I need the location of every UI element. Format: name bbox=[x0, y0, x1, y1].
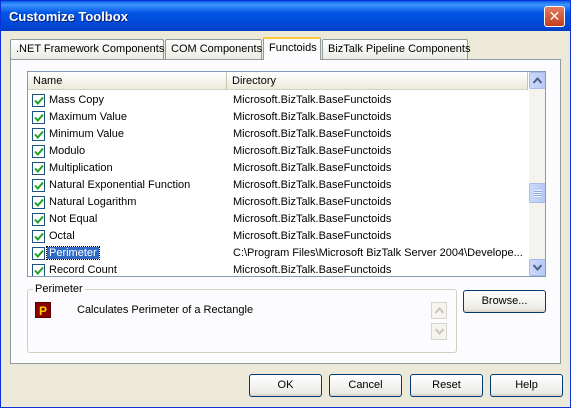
list-item[interactable]: Natural Logarithm Microsoft.BizTalk.BaseF… bbox=[28, 194, 528, 211]
ok-button[interactable]: OK bbox=[249, 374, 322, 397]
item-checkbox[interactable] bbox=[32, 264, 45, 276]
close-button[interactable]: ✕ bbox=[544, 6, 565, 27]
list-item[interactable]: Perimeter C:\Program Files\Microsoft BizT… bbox=[28, 245, 528, 262]
checkbox-checked-icon bbox=[34, 266, 44, 275]
item-directory: Microsoft.BizTalk.BaseFunctoids bbox=[233, 196, 392, 208]
tab-label: COM Components bbox=[171, 43, 263, 55]
item-directory: Microsoft.BizTalk.BaseFunctoids bbox=[233, 111, 392, 123]
item-checkbox[interactable] bbox=[32, 145, 45, 158]
tab-net-framework-components[interactable]: .NET Framework Components bbox=[10, 39, 164, 59]
item-directory: Microsoft.BizTalk.BaseFunctoids bbox=[233, 162, 392, 174]
title-bar[interactable]: Customize Toolbox ✕ bbox=[1, 1, 570, 31]
description-scroll-up-button[interactable] bbox=[431, 302, 447, 319]
reset-button-label: Reset bbox=[432, 379, 461, 391]
item-checkbox[interactable] bbox=[32, 111, 45, 124]
list-item[interactable]: Multiplication Microsoft.BizTalk.BaseFunc… bbox=[28, 160, 528, 177]
item-checkbox[interactable] bbox=[32, 196, 45, 209]
item-directory: Microsoft.BizTalk.BaseFunctoids bbox=[233, 145, 392, 157]
item-directory: C:\Program Files\Microsoft BizTalk Serve… bbox=[233, 247, 523, 259]
checkbox-checked-icon bbox=[34, 215, 44, 224]
list-item[interactable]: Minimum Value Microsoft.BizTalk.BaseFunct… bbox=[28, 126, 528, 143]
help-button-label: Help bbox=[515, 379, 538, 391]
item-directory: Microsoft.BizTalk.BaseFunctoids bbox=[233, 230, 392, 242]
tab-functoids[interactable]: Functoids bbox=[263, 37, 321, 60]
window-title: Customize Toolbox bbox=[9, 9, 128, 24]
scroll-up-button[interactable] bbox=[529, 72, 545, 89]
list-item[interactable]: Not Equal Microsoft.BizTalk.BaseFunctoids bbox=[28, 211, 528, 228]
scroll-up-icon bbox=[533, 77, 542, 84]
item-directory: Microsoft.BizTalk.BaseFunctoids bbox=[233, 213, 392, 225]
cancel-button[interactable]: Cancel bbox=[329, 374, 402, 397]
reset-button[interactable]: Reset bbox=[410, 374, 483, 397]
item-name: Octal bbox=[49, 230, 75, 242]
checkbox-checked-icon bbox=[34, 130, 44, 139]
item-name: Minimum Value bbox=[49, 128, 124, 140]
tab-label: BizTalk Pipeline Components bbox=[328, 43, 471, 55]
item-directory: Microsoft.BizTalk.BaseFunctoids bbox=[233, 264, 392, 276]
list-item[interactable]: Octal Microsoft.BizTalk.BaseFunctoids bbox=[28, 228, 528, 245]
cancel-button-label: Cancel bbox=[348, 379, 383, 391]
details-groupbox bbox=[27, 289, 457, 353]
functoid-icon: P bbox=[35, 302, 51, 318]
scroll-thumb[interactable] bbox=[529, 183, 545, 203]
item-checkbox[interactable] bbox=[32, 247, 45, 260]
item-name: Natural Exponential Function bbox=[49, 179, 191, 191]
item-checkbox[interactable] bbox=[32, 94, 45, 107]
tab-com-components[interactable]: COM Components bbox=[165, 39, 262, 59]
item-name: Perimeter bbox=[46, 246, 100, 260]
checkbox-checked-icon bbox=[34, 232, 44, 241]
browse-button[interactable]: Browse... bbox=[463, 290, 546, 313]
scroll-up-icon bbox=[435, 307, 444, 314]
tab-label: Functoids bbox=[269, 42, 317, 54]
column-header-directory[interactable]: Directory bbox=[227, 72, 528, 90]
list-item[interactable]: Natural Exponential Function Microsoft.Bi… bbox=[28, 177, 528, 194]
help-button[interactable]: Help bbox=[490, 374, 563, 397]
description-scroll-down-button[interactable] bbox=[431, 323, 447, 340]
close-icon: ✕ bbox=[548, 8, 561, 24]
item-name: Maximum Value bbox=[49, 111, 128, 123]
scroll-down-icon bbox=[435, 328, 444, 335]
list-item[interactable]: Mass Copy Microsoft.BizTalk.BaseFunctoids bbox=[28, 92, 528, 109]
list-vertical-scrollbar[interactable] bbox=[529, 72, 545, 276]
checkbox-checked-icon bbox=[34, 249, 44, 258]
list-item[interactable]: Record Count Microsoft.BizTalk.BaseFuncto… bbox=[28, 262, 528, 276]
column-header-name[interactable]: Name bbox=[28, 72, 227, 90]
item-directory: Microsoft.BizTalk.BaseFunctoids bbox=[233, 94, 392, 106]
scroll-down-icon bbox=[533, 264, 542, 271]
customize-toolbox-dialog: Customize Toolbox ✕ .NET Framework Compo… bbox=[0, 0, 571, 408]
scroll-down-button[interactable] bbox=[529, 259, 545, 276]
list-header: Name Directory bbox=[28, 72, 528, 90]
item-checkbox[interactable] bbox=[32, 213, 45, 226]
ok-button-label: OK bbox=[277, 379, 294, 391]
item-directory: Microsoft.BizTalk.BaseFunctoids bbox=[233, 179, 392, 191]
functoid-description: Calculates Perimeter of a Rectangle bbox=[77, 304, 254, 316]
list-item[interactable]: Modulo Microsoft.BizTalk.BaseFunctoids bbox=[28, 143, 528, 160]
item-checkbox[interactable] bbox=[32, 128, 45, 141]
item-checkbox[interactable] bbox=[32, 162, 45, 175]
item-name: Mass Copy bbox=[49, 94, 105, 106]
checkbox-checked-icon bbox=[34, 147, 44, 156]
item-name: Record Count bbox=[49, 264, 117, 276]
tab-biztalk-pipeline-components[interactable]: BizTalk Pipeline Components bbox=[322, 39, 471, 59]
checkbox-checked-icon bbox=[34, 164, 44, 173]
item-name: Multiplication bbox=[49, 162, 113, 174]
functoid-icon-letter: P bbox=[38, 304, 47, 318]
details-group-label: Perimeter bbox=[33, 283, 85, 295]
list-item[interactable]: Maximum Value Microsoft.BizTalk.BaseFunct… bbox=[28, 109, 528, 126]
list-rows: Mass Copy Microsoft.BizTalk.BaseFunctoids… bbox=[28, 92, 528, 276]
checkbox-checked-icon bbox=[34, 198, 44, 207]
functoid-list[interactable]: Name Directory Mass Copy Microsoft.BizTal… bbox=[27, 71, 546, 277]
item-name: Modulo bbox=[49, 145, 86, 157]
browse-button-label: Browse... bbox=[481, 295, 528, 307]
checkbox-checked-icon bbox=[34, 113, 44, 122]
checkbox-checked-icon bbox=[34, 181, 44, 190]
tab-label: .NET Framework Components bbox=[16, 43, 165, 55]
checkbox-checked-icon bbox=[34, 96, 44, 105]
item-directory: Microsoft.BizTalk.BaseFunctoids bbox=[233, 128, 392, 140]
item-name: Not Equal bbox=[49, 213, 98, 225]
item-name: Natural Logarithm bbox=[49, 196, 137, 208]
item-checkbox[interactable] bbox=[32, 230, 45, 243]
item-checkbox[interactable] bbox=[32, 179, 45, 192]
